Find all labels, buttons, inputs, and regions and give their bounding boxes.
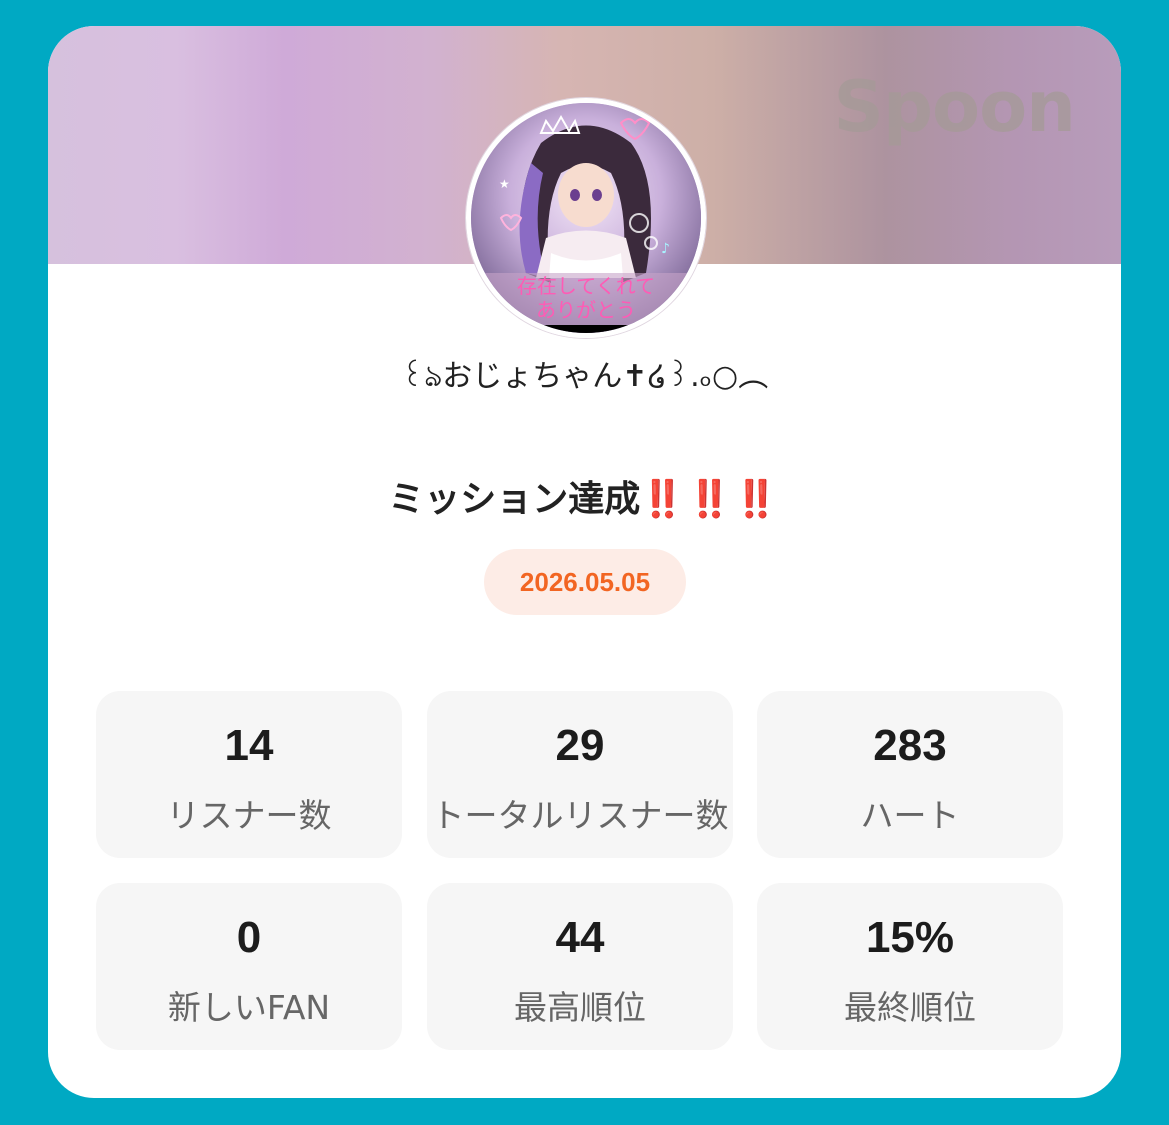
date-badge: 2026.05.05: [484, 549, 686, 615]
stat-final-rank: 15% 最終順位: [757, 883, 1063, 1050]
stat-value: 15%: [865, 913, 955, 962]
stat-listeners: 14 リスナー数: [96, 691, 402, 858]
exclamation-icon: ‼️‼️‼️: [640, 479, 781, 520]
username: ꒰ঌおじょちゃん✝໒꒱.ₒ○︵: [400, 359, 769, 394]
stat-value: 44: [555, 913, 605, 962]
stat-label: 新しいFAN: [167, 988, 331, 1027]
stat-label: 最終順位: [844, 988, 976, 1027]
mission-result-card: Spoon ♪ ★ 存在してくれて ありがとう ꒰ঌおじょちゃん✝໒꒱.ₒ○︵ …: [48, 26, 1121, 1098]
stat-label: 最高順位: [514, 988, 646, 1027]
spoon-logo: Spoon: [833, 66, 1076, 148]
stat-value: 14: [224, 721, 274, 770]
svg-text:♪: ♪: [661, 241, 670, 257]
stat-label: ハート: [860, 796, 960, 835]
stat-label: トータルリスナー数: [431, 796, 729, 835]
svg-text:★: ★: [499, 177, 510, 191]
avatar[interactable]: ♪ ★ 存在してくれて ありがとう: [466, 98, 706, 338]
stat-label: リスナー数: [166, 796, 332, 835]
stat-total-listeners: 29 トータルリスナー数: [427, 691, 733, 858]
stat-value: 283: [873, 721, 947, 770]
mission-title-text: ミッション達成: [388, 479, 641, 520]
avatar-illustration-icon: ♪ ★ 存在してくれて ありがとう: [471, 103, 701, 333]
mission-title: ミッション達成‼️‼️‼️: [48, 470, 1121, 522]
stat-new-fans: 0 新しいFAN: [96, 883, 402, 1050]
avatar-caption-line2: ありがとう: [536, 298, 636, 322]
avatar-caption-line1: 存在してくれて: [517, 274, 655, 298]
stat-hearts: 283 ハート: [757, 691, 1063, 858]
stat-best-rank: 44 最高順位: [427, 883, 733, 1050]
stat-value: 0: [236, 913, 262, 962]
stat-value: 29: [555, 721, 605, 770]
